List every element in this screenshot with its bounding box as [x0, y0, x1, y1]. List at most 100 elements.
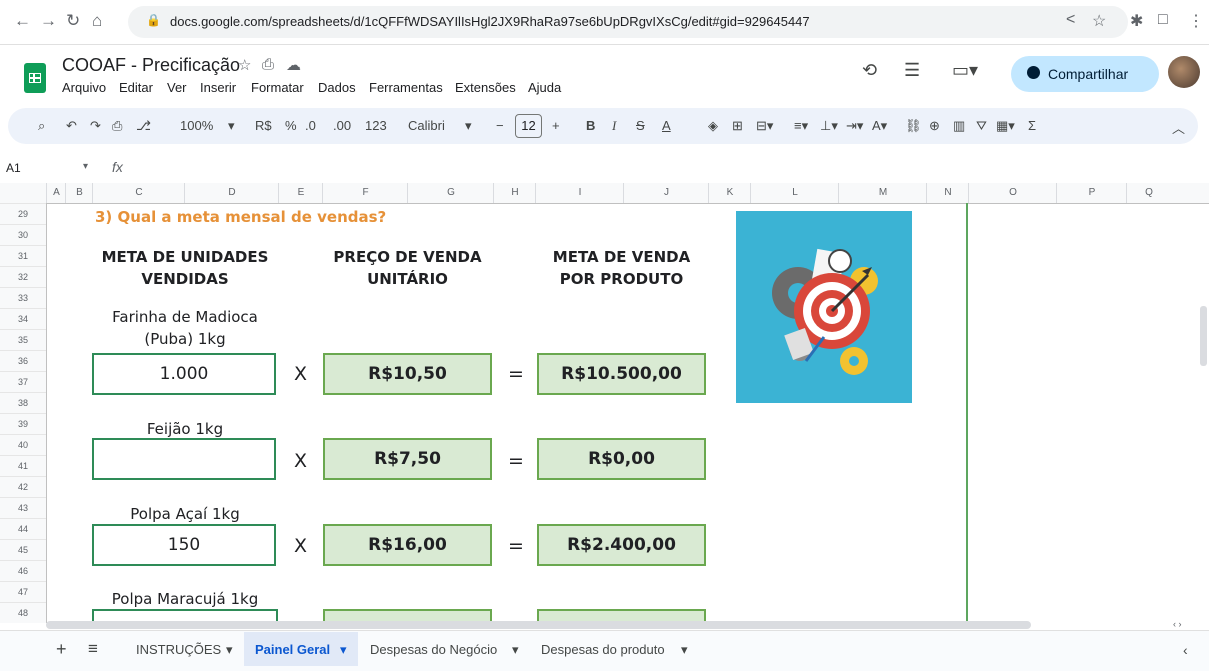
star-icon[interactable]: ☆	[238, 56, 251, 74]
italic-button[interactable]: I	[612, 118, 616, 134]
decrease-decimal-button[interactable]: .0	[305, 118, 316, 133]
print-icon[interactable]: ⎙	[112, 118, 122, 134]
row-header[interactable]: 38	[0, 392, 46, 413]
zoom-select[interactable]: 100%	[180, 118, 213, 133]
column-header[interactable]: L	[750, 183, 839, 203]
sales-goal-cell[interactable]: R$10.500,00	[537, 353, 706, 395]
unit-price-cell[interactable]: R$10,50	[323, 353, 492, 395]
comment-icon[interactable]: ⊕	[929, 118, 940, 134]
extensions-icon[interactable]: ✱	[1130, 11, 1143, 31]
increase-decimal-button[interactable]: .00	[333, 118, 351, 133]
text-wrap-icon[interactable]: ⇥▾	[846, 118, 863, 134]
url-text[interactable]: docs.google.com/spreadsheets/d/1cQFFfWDS…	[170, 14, 810, 29]
align-icon[interactable]: ≡▾	[794, 118, 808, 134]
product-name[interactable]: Farinha de Madioca (Puba) 1kg	[92, 306, 278, 350]
row-header[interactable]: 48	[0, 602, 46, 621]
row-header[interactable]: 36	[0, 350, 46, 371]
column-header[interactable]: P	[1056, 183, 1127, 203]
column-header[interactable]: J	[623, 183, 709, 203]
font-dropdown-icon[interactable]: ▾	[465, 118, 472, 134]
text-rotation-icon[interactable]: A▾	[872, 118, 887, 134]
number-format-button[interactable]: 123	[365, 118, 387, 133]
sheet-tab-dropdown-icon[interactable]: ▾	[340, 642, 347, 658]
sheet-tab-dropdown-icon[interactable]: ▾	[512, 642, 519, 658]
column-header[interactable]: N	[926, 183, 969, 203]
column-header[interactable]: H	[493, 183, 536, 203]
redo-icon[interactable]: ↷	[90, 118, 101, 134]
chart-icon[interactable]: ▥	[953, 118, 965, 134]
column-header[interactable]: G	[407, 183, 494, 203]
column-title-meta[interactable]: META DE VENDA POR PRODUTO	[535, 246, 708, 290]
row-header[interactable]: 45	[0, 539, 46, 560]
menu-extensoes[interactable]: Extensões	[455, 80, 516, 95]
product-name[interactable]: Polpa Maracujá 1kg	[92, 588, 278, 610]
row-header[interactable]: 40	[0, 434, 46, 455]
unit-price-cell[interactable]: R$16,00	[323, 524, 492, 566]
horizontal-scrollbar[interactable]	[46, 621, 1031, 629]
column-header[interactable]: A	[46, 183, 66, 203]
bookmark-star-icon[interactable]: ☆	[1092, 11, 1106, 31]
row-header[interactable]: 31	[0, 245, 46, 266]
row-header[interactable]: 29	[0, 203, 46, 224]
unit-price-cell[interactable]	[323, 609, 492, 621]
quantity-input[interactable]: 150	[92, 524, 276, 566]
window-icon[interactable]: □	[1158, 11, 1168, 29]
reload-icon[interactable]: ↻	[66, 11, 80, 31]
add-sheet-icon[interactable]: +	[56, 639, 67, 660]
column-header[interactable]: Q	[1126, 183, 1171, 203]
undo-icon[interactable]: ↶	[66, 118, 77, 134]
collapse-toolbar-icon[interactable]: ︿	[1172, 118, 1185, 137]
row-header[interactable]: 30	[0, 224, 46, 245]
menu-inserir[interactable]: Inserir	[200, 80, 236, 95]
quantity-input[interactable]: 1.000	[92, 353, 276, 395]
menu-dados[interactable]: Dados	[318, 80, 356, 95]
row-header[interactable]: 33	[0, 287, 46, 308]
comments-icon[interactable]: ☰	[904, 60, 920, 81]
column-header[interactable]: O	[968, 183, 1057, 203]
borders-icon[interactable]: ⊞	[732, 118, 743, 134]
sheet-tab-dropdown-icon[interactable]: ▾	[226, 642, 233, 658]
paint-format-icon[interactable]: ⎇	[136, 118, 151, 134]
filter-views-icon[interactable]: ▦▾	[996, 118, 1015, 134]
row-header[interactable]: 37	[0, 371, 46, 392]
product-name[interactable]: Polpa Açaí 1kg	[92, 503, 278, 525]
increase-font-size-icon[interactable]: +	[552, 118, 560, 133]
row-header[interactable]: 34	[0, 308, 46, 329]
vertical-scrollbar[interactable]	[1200, 306, 1207, 366]
row-header[interactable]: 41	[0, 455, 46, 476]
row-header[interactable]: 32	[0, 266, 46, 287]
sheet-tab-instrucoes[interactable]: INSTRUÇÕES	[136, 642, 221, 657]
move-folder-icon[interactable]: ⎙	[262, 56, 274, 73]
decrease-font-size-icon[interactable]: −	[496, 118, 504, 133]
column-header[interactable]: M	[838, 183, 927, 203]
column-header[interactable]: C	[92, 183, 185, 203]
menu-editar[interactable]: Editar	[119, 80, 153, 95]
currency-format-button[interactable]: R$	[255, 118, 272, 133]
column-header[interactable]: I	[535, 183, 624, 203]
row-header[interactable]: 39	[0, 413, 46, 434]
home-icon[interactable]: ⌂	[92, 11, 102, 31]
column-header[interactable]: E	[278, 183, 323, 203]
menu-formatar[interactable]: Formatar	[251, 80, 304, 95]
version-history-icon[interactable]: ⟲	[862, 60, 877, 81]
merge-cells-icon[interactable]: ⊟▾	[756, 118, 773, 134]
row-header[interactable]: 43	[0, 497, 46, 518]
row-header[interactable]: 44	[0, 518, 46, 539]
sales-goal-cell[interactable]: R$2.400,00	[537, 524, 706, 566]
collapse-panel-icon[interactable]: ‹	[1183, 642, 1188, 658]
menu-ajuda[interactable]: Ajuda	[528, 80, 561, 95]
unit-price-cell[interactable]: R$7,50	[323, 438, 492, 480]
name-box-dropdown-icon[interactable]: ▾	[83, 161, 88, 172]
bold-button[interactable]: B	[586, 118, 595, 133]
share-page-icon[interactable]: <	[1066, 11, 1075, 29]
strikethrough-icon[interactable]: S	[636, 118, 645, 133]
column-header[interactable]: K	[708, 183, 751, 203]
functions-icon[interactable]: Σ	[1028, 118, 1036, 133]
sheet-tab-dropdown-icon[interactable]: ▾	[681, 642, 688, 658]
forward-icon[interactable]: →	[40, 11, 57, 31]
menu-ver[interactable]: Ver	[167, 80, 187, 95]
back-icon[interactable]: ←	[14, 11, 31, 31]
menu-arquivo[interactable]: Arquivo	[62, 80, 106, 95]
column-header[interactable]: F	[322, 183, 408, 203]
text-color-button[interactable]: A	[662, 118, 671, 133]
